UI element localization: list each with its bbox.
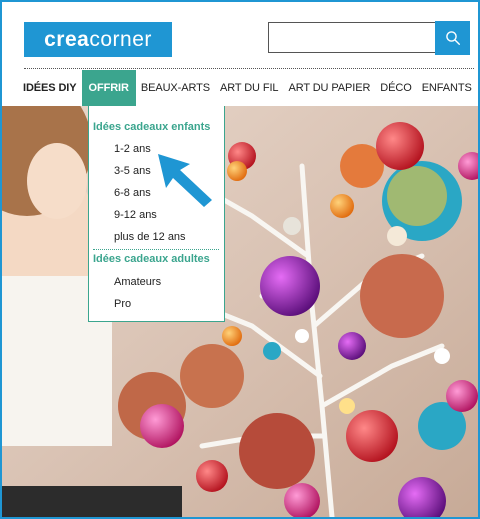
search-icon	[445, 31, 460, 46]
dropdown-group-title-enfants[interactable]: Idées cadeaux enfants	[93, 121, 210, 133]
offrir-dropdown-menu: Idées cadeaux enfants 1-2 ans 3-5 ans 6-…	[88, 106, 225, 322]
dropdown-item-6-8-ans[interactable]: 6-8 ans	[114, 187, 151, 199]
nav-item-deco[interactable]: DÉCO	[375, 70, 416, 106]
page-frame: crea corner IDÉES DIY OFFRIR BEAUX-ARTS A…	[0, 0, 480, 519]
dropdown-item-amateurs[interactable]: Amateurs	[114, 276, 161, 288]
nav-item-offrir[interactable]: OFFRIR	[81, 70, 136, 106]
pointer-arrow-icon	[158, 154, 212, 207]
nav-item-idees-diy[interactable]: IDÉES DIY	[18, 70, 82, 106]
logo-bold-text: crea	[44, 27, 90, 51]
dropdown-divider	[93, 249, 219, 250]
dropdown-item-plus-de-12-ans[interactable]: plus de 12 ans	[114, 231, 186, 243]
header-divider	[24, 68, 474, 69]
dropdown-item-1-2-ans[interactable]: 1-2 ans	[114, 143, 151, 155]
search-button[interactable]	[435, 21, 470, 55]
nav-item-beaux-arts[interactable]: BEAUX-ARTS	[136, 70, 215, 106]
nav-item-enfants[interactable]: ENFANTS	[417, 70, 477, 106]
dropdown-group-title-adultes[interactable]: Idées cadeaux adultes	[93, 253, 210, 265]
main-nav: IDÉES DIY OFFRIR BEAUX-ARTS ART DU FIL A…	[18, 70, 477, 106]
search-input[interactable]	[268, 22, 436, 53]
dropdown-item-pro[interactable]: Pro	[114, 298, 131, 310]
hero-illustration	[2, 106, 478, 517]
dropdown-item-9-12-ans[interactable]: 9-12 ans	[114, 209, 157, 221]
nav-item-art-du-fil[interactable]: ART DU FIL	[215, 70, 284, 106]
logo-light-text: corner	[89, 27, 152, 51]
hero-image	[2, 106, 478, 517]
site-logo[interactable]: crea corner	[24, 22, 172, 57]
nav-item-art-du-papier[interactable]: ART DU PAPIER	[283, 70, 375, 106]
dropdown-item-3-5-ans[interactable]: 3-5 ans	[114, 165, 151, 177]
